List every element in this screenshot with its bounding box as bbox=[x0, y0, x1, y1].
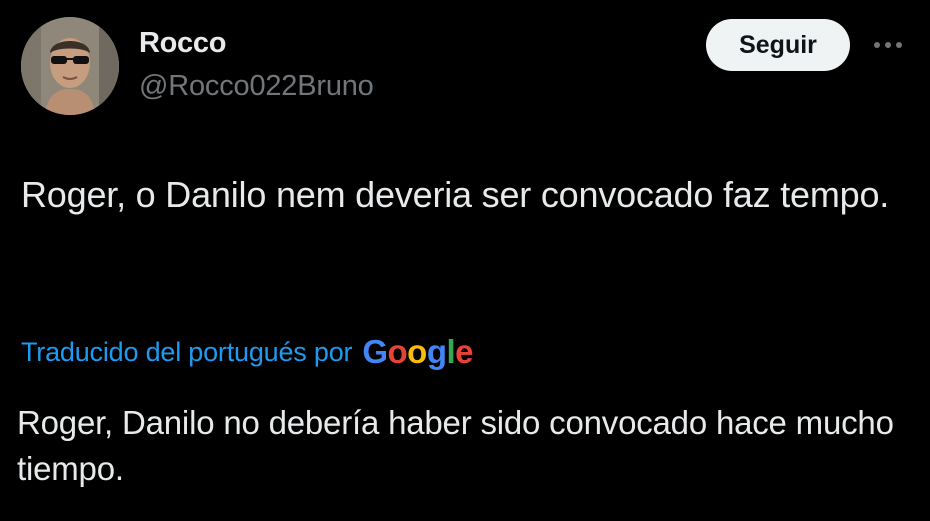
more-horizontal-icon bbox=[874, 42, 902, 48]
more-options-button[interactable] bbox=[868, 30, 908, 60]
tweet-card: Rocco @Rocco022Bruno Seguir Roger, o Dan… bbox=[0, 0, 930, 521]
avatar[interactable] bbox=[21, 17, 119, 115]
google-logo-icon: Google bbox=[362, 333, 474, 370]
translated-text: Roger, Danilo no debería haber sido conv… bbox=[17, 404, 894, 487]
display-name[interactable]: Rocco bbox=[139, 27, 226, 60]
tweet-text: Roger, o Danilo nem deveria ser convocad… bbox=[21, 174, 890, 215]
user-handle[interactable]: @Rocco022Bruno bbox=[139, 70, 374, 103]
translation-label[interactable]: Traducido del portugués por bbox=[21, 337, 353, 368]
follow-button[interactable]: Seguir bbox=[706, 19, 850, 71]
user-photo-icon bbox=[21, 17, 119, 115]
translation-attribution: Traducido del portugués por Google bbox=[21, 330, 474, 374]
